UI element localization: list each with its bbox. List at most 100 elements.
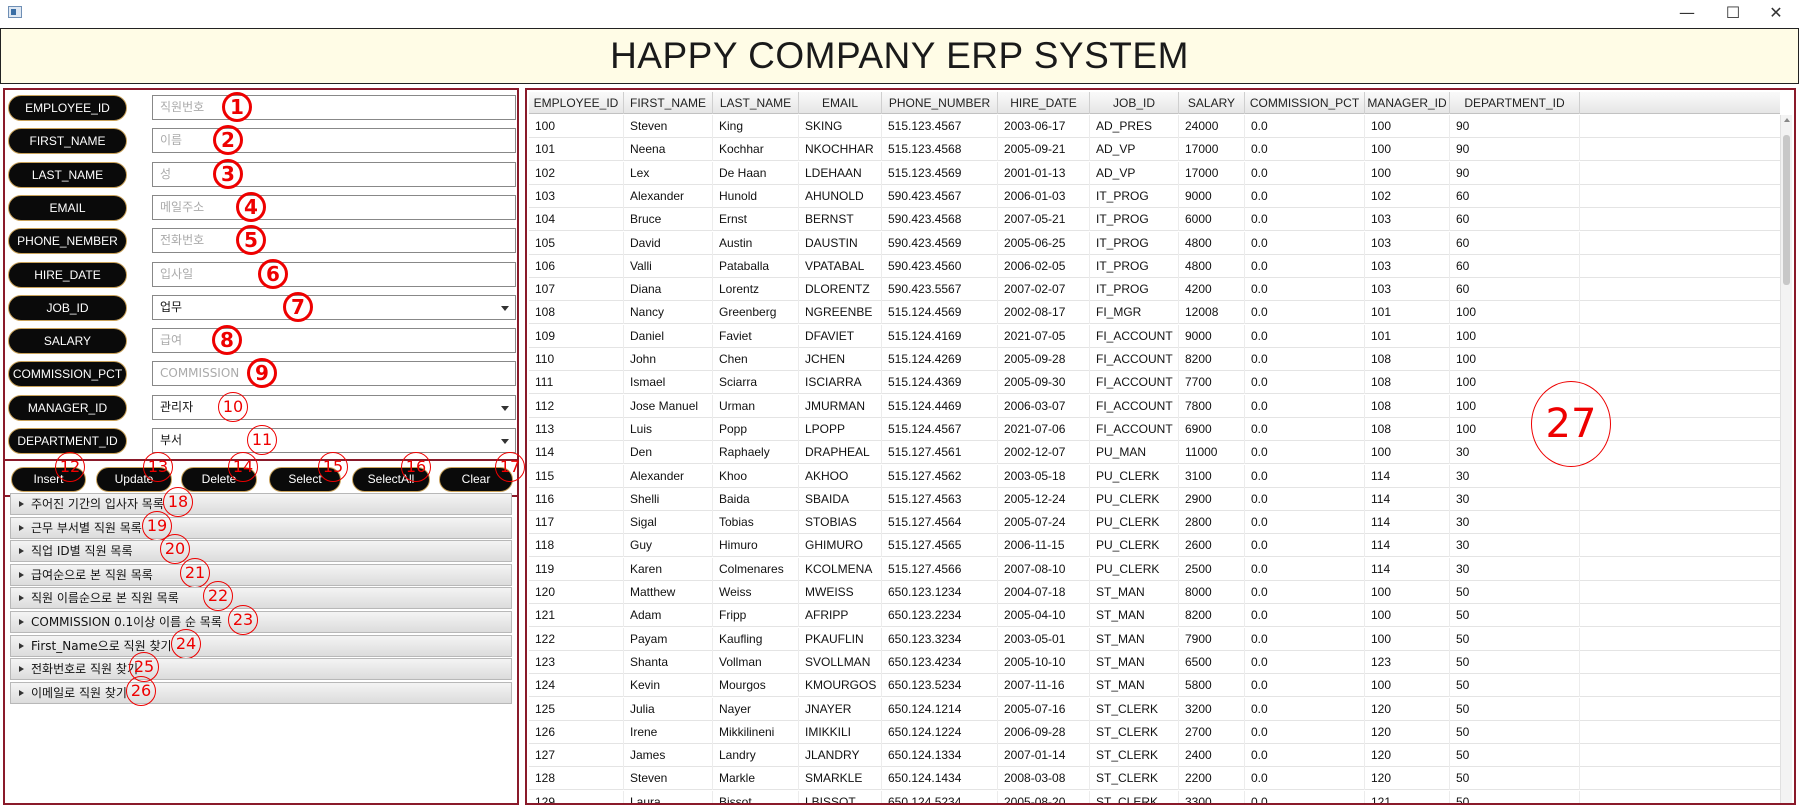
minimize-button[interactable]: — — [1664, 0, 1710, 26]
table-cell-last-name: Fripp — [713, 604, 799, 628]
query-panel-3[interactable]: 직업 ID별 직원 목록 — [10, 540, 512, 563]
employee-id-input[interactable]: 직원번호 — [152, 95, 516, 120]
table-cell-commission-pct: 0.0 — [1245, 511, 1365, 535]
column-header-hire-date[interactable]: HIRE_DATE — [998, 92, 1090, 114]
hire-date-input[interactable]: 입사일 — [152, 261, 516, 287]
table-row[interactable]: 110 John Chen JCHEN 515.124.4269 2005-09-28 FI… — [529, 348, 1780, 371]
query-panel-2[interactable]: 근무 부서별 직원 목록 — [10, 516, 512, 539]
table-row[interactable]: 100 Steven King SKING 515.123.4567 2003-06-17… — [529, 115, 1780, 138]
annotation-marker-11: 11 — [247, 425, 277, 455]
table-row[interactable]: 127 James Landry JLANDRY 650.124.1334 2007-01… — [529, 744, 1780, 768]
column-header-salary[interactable]: SALARY — [1179, 92, 1245, 114]
column-header-email[interactable]: EMAIL — [799, 92, 882, 114]
table-cell-job-id: IT_PROG — [1090, 184, 1179, 208]
table-cell-department-id: 50 — [1450, 650, 1580, 674]
table-cell-employee-id: 126 — [529, 720, 624, 744]
annotation-marker-3: 3 — [213, 158, 243, 189]
column-header-phone-number[interactable]: PHONE_NUMBER — [882, 92, 998, 114]
table-cell-employee-id: 104 — [529, 208, 624, 232]
column-header-first-name[interactable]: FIRST_NAME — [624, 92, 713, 114]
query-panel-5[interactable]: 직원 이름순으로 본 직원 목록 — [10, 587, 512, 610]
column-header-last-name[interactable]: LAST_NAME — [713, 92, 799, 114]
department-id-select[interactable]: 부서 — [152, 428, 516, 453]
table-row[interactable]: 106 Valli Pataballa VPATABAL 590.423.4560 200… — [529, 254, 1780, 278]
query-panel-label: 직원 이름순으로 본 직원 목록 — [31, 591, 179, 606]
table-row[interactable]: 119 Karen Colmenares KCOLMENA 515.127.4566 20… — [529, 557, 1780, 581]
table-row[interactable]: 107 Diana Lorentz DLORENTZ 590.423.5567 2007-… — [529, 278, 1780, 302]
table-row[interactable]: 125 Julia Nayer JNAYER 650.124.1214 2005-07-1… — [529, 697, 1780, 721]
query-panel-9[interactable]: 이메일로 직원 찾기 — [10, 681, 512, 704]
manager-id-select[interactable]: 관리자 — [152, 394, 516, 420]
table-cell-phone-number: 650.123.5234 — [882, 674, 998, 698]
query-panel-6[interactable]: COMMISSION 0.1이상 이름 순 목록 — [10, 611, 512, 633]
scroll-up-arrow-icon[interactable] — [1784, 118, 1790, 122]
table-row[interactable]: 126 Irene Mikkilineni IMIKKILI 650.124.1224 2… — [529, 720, 1780, 744]
table-cell-phone-number: 515.124.4569 — [882, 301, 998, 325]
table-cell-hire-date: 2005-09-21 — [998, 138, 1090, 162]
close-button[interactable]: ✕ — [1753, 0, 1799, 26]
table-cell-email: JLANDRY — [799, 744, 882, 768]
last-name-input[interactable]: 성 — [152, 161, 516, 187]
table-row[interactable]: 124 Kevin Mourgos KMOURGOS 650.123.5234 2007-… — [529, 674, 1780, 698]
table-row[interactable]: 123 Shanta Vollman SVOLLMAN 650.123.4234 2005… — [529, 650, 1780, 674]
first-name-input[interactable]: 이름 — [152, 128, 516, 154]
table-cell-commission-pct: 0.0 — [1245, 115, 1365, 138]
table-row[interactable]: 104 Bruce Ernst BERNST 590.423.4568 2007-05-2… — [529, 208, 1780, 232]
query-panel-7[interactable]: First_Name으로 직원 찾기 — [10, 634, 512, 657]
annotation-marker-7: 7 — [283, 291, 313, 322]
column-header-manager-id[interactable]: MANAGER_ID — [1365, 92, 1450, 114]
table-cell-first-name: Lex — [624, 161, 713, 185]
table-row[interactable]: 105 David Austin DAUSTIN 590.423.4569 2005-06… — [529, 231, 1780, 255]
phone-nember-input[interactable]: 전화번호 — [152, 228, 516, 254]
email-input[interactable]: 메일주소 — [152, 194, 516, 220]
table-cell-employee-id: 121 — [529, 604, 624, 628]
table-row[interactable]: 103 Alexander Hunold AHUNOLD 590.423.4567 200… — [529, 184, 1780, 208]
table-cell-email: SMARKLE — [799, 767, 882, 791]
table-row[interactable]: 101 Neena Kochhar NKOCHHAR 515.123.4568 2005-… — [529, 138, 1780, 162]
column-header-employee-id[interactable]: EMPLOYEE_ID — [529, 92, 624, 114]
salary-input[interactable]: 급여 — [152, 328, 516, 354]
table-cell-commission-pct: 0.0 — [1245, 417, 1365, 441]
table-cell-salary: 7900 — [1179, 627, 1245, 651]
commission-pct-input[interactable]: COMMISSION — [152, 361, 516, 387]
table-cell-commission-pct: 0.0 — [1245, 790, 1365, 803]
table-cell-job-id: ST_MAN — [1090, 581, 1179, 604]
table-row[interactable]: 108 Nancy Greenberg NGREENBE 515.124.4569 200… — [529, 301, 1780, 325]
table-row[interactable]: 129 Laura Bissot LBISSOT 650.124.5234 2005-08… — [529, 790, 1780, 803]
table-cell-manager-id: 108 — [1365, 394, 1450, 418]
table-cell-job-id: FI_ACCOUNT — [1090, 371, 1179, 395]
table-row[interactable]: 118 Guy Himuro GHIMURO 515.127.4565 2006-11-1… — [529, 534, 1780, 558]
table-vertical-scrollbar[interactable] — [1780, 115, 1792, 803]
scrollbar-thumb[interactable] — [1783, 135, 1790, 285]
maximize-button[interactable]: ☐ — [1710, 0, 1756, 26]
query-panel-label: 직업 ID별 직원 목록 — [31, 544, 133, 559]
table-row[interactable]: 122 Payam Kaufling PKAUFLIN 650.123.3234 2003… — [529, 627, 1780, 651]
table-cell-email: IMIKKILI — [799, 720, 882, 744]
table-cell-hire-date: 2007-05-21 — [998, 208, 1090, 232]
table-cell-hire-date: 2005-09-30 — [998, 371, 1090, 395]
column-header-commission-pct[interactable]: COMMISSION_PCT — [1245, 92, 1365, 114]
table-cell-commission-pct: 0.0 — [1245, 581, 1365, 604]
table-row[interactable]: 109 Daniel Faviet DFAVIET 515.124.4169 2021-0… — [529, 324, 1780, 348]
query-panel-8[interactable]: 전화번호로 직원 찾기 — [10, 658, 512, 681]
query-panel-4[interactable]: 급여순으로 본 직원 목록 — [10, 563, 512, 586]
table-row[interactable]: 115 Alexander Khoo AKHOO 515.127.4562 2003-05… — [529, 464, 1780, 488]
table-cell-commission-pct: 0.0 — [1245, 534, 1365, 558]
table-cell-first-name: Jose Manuel — [624, 394, 713, 418]
table-row[interactable]: 128 Steven Markle SMARKLE 650.124.1434 2008-0… — [529, 767, 1780, 791]
table-cell-hire-date: 2003-05-01 — [998, 627, 1090, 651]
table-row[interactable]: 121 Adam Fripp AFRIPP 650.123.2234 2005-04-10… — [529, 604, 1780, 628]
column-header-department-id[interactable]: DEPARTMENT_ID — [1450, 92, 1580, 114]
column-header-job-id[interactable]: JOB_ID — [1090, 92, 1179, 114]
table-row[interactable]: 117 Sigal Tobias STOBIAS 515.127.4564 2005-07… — [529, 511, 1780, 535]
table-cell-commission-pct: 0.0 — [1245, 394, 1365, 418]
annotation-marker-15: 15 — [318, 452, 348, 482]
table-row[interactable]: 102 Lex De Haan LDEHAAN 515.123.4569 2001-01-… — [529, 161, 1780, 185]
table-row[interactable]: 116 Shelli Baida SBAIDA 515.127.4563 2005-12-… — [529, 487, 1780, 511]
table-cell-salary: 3200 — [1179, 697, 1245, 721]
employee-form: EMPLOYEE_ID 직원번호 1 FIRST_NAME 이름 2 LAST_NAME 성 3… — [5, 90, 517, 460]
annotation-marker-26: 26 — [126, 675, 156, 706]
job-id-select[interactable]: 업무 — [152, 294, 516, 320]
query-panel-1[interactable]: 주어진 기간의 입사자 목록 — [10, 493, 512, 515]
table-row[interactable]: 120 Matthew Weiss MWEISS 650.123.1234 2004-07… — [529, 581, 1780, 604]
